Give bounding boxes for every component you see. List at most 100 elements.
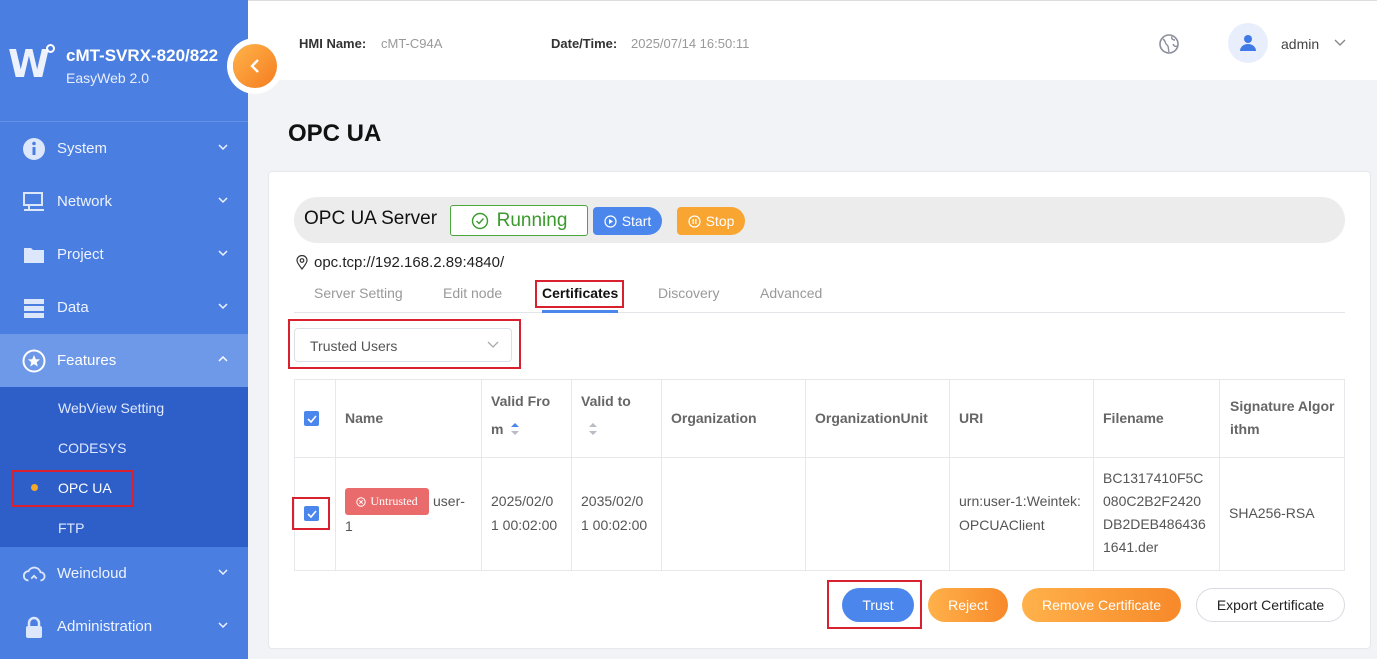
column-divider: [949, 380, 950, 570]
column-divider: [335, 380, 336, 570]
product-name: EasyWeb 2.0: [66, 70, 150, 86]
chevron-up-icon: [218, 355, 228, 362]
hmi-name-value: cMT-C94A: [381, 36, 443, 51]
avatar[interactable]: [1228, 23, 1268, 63]
endpoint-text: opc.tcp://192.168.2.89:4840/: [314, 254, 505, 271]
column-divider: [661, 380, 662, 570]
cell-filename-2: 080C2B2F2420: [1103, 493, 1202, 509]
active-tab-indicator: [542, 310, 618, 313]
sidebar-item-project[interactable]: Project: [0, 228, 248, 281]
col-header-organization: Organization: [671, 410, 757, 426]
sidebar-item-label: Project: [57, 246, 104, 263]
cell-name-wrap: 1: [345, 518, 353, 534]
sidebar-item-label: Features: [57, 352, 117, 369]
chevron-down-icon: [218, 250, 228, 257]
col-header-organization-unit: OrganizationUnit: [815, 410, 928, 426]
column-divider: [805, 380, 806, 570]
info-icon: [22, 137, 46, 161]
sidebar-item-administration[interactable]: Administration: [0, 600, 248, 653]
start-button[interactable]: Start: [593, 207, 662, 235]
column-divider: [481, 380, 482, 570]
cell-uri: urn:user-1:Weintek:: [959, 493, 1081, 509]
tab-advanced[interactable]: Advanced: [760, 285, 822, 301]
chevron-down-icon[interactable]: [1334, 39, 1346, 47]
top-header: HMI Name: cMT-C94A Date/Time: 2025/07/14…: [248, 0, 1377, 80]
tab-discovery[interactable]: Discovery: [658, 285, 719, 301]
checkmark-icon: [306, 414, 317, 423]
cell-filename-4: 1641.der: [1103, 539, 1159, 555]
model-name: cMT-SVRX-820/822: [66, 46, 219, 65]
cell-valid-to: 2035/02/0: [581, 493, 644, 509]
col-header-valid-from[interactable]: Valid Fro: [491, 390, 550, 413]
monitor-network-icon: [22, 190, 46, 214]
sidebar-item-label: Network: [57, 193, 113, 210]
col-header-filename: Filename: [1103, 410, 1164, 426]
submenu-item-webview-setting[interactable]: WebView Setting: [58, 400, 164, 416]
datetime-label: Date/Time:: [551, 36, 618, 51]
cell-filename: BC1317410F5C: [1103, 470, 1204, 486]
sidebar-item-network[interactable]: Network: [0, 175, 248, 228]
status-badge: Running: [450, 205, 588, 236]
sidebar-item-label: System: [57, 140, 108, 157]
column-divider: [571, 380, 572, 570]
globe-icon[interactable]: [1158, 33, 1180, 55]
chevron-down-icon: [218, 303, 228, 310]
col-header-valid-from-wrap[interactable]: m: [491, 418, 503, 441]
page-title: OPC UA: [288, 120, 382, 147]
chevron-down-icon: [218, 622, 228, 629]
submenu-item-ftp[interactable]: FTP: [58, 520, 84, 536]
start-label: Start: [621, 213, 652, 229]
x-circle-icon: [356, 496, 367, 507]
star-icon: [22, 349, 46, 373]
cell-name: user-: [433, 493, 465, 509]
sidebar-item-features[interactable]: Features: [0, 334, 248, 387]
reject-button[interactable]: Reject: [928, 588, 1008, 622]
submenu-item-codesys[interactable]: CODESYS: [58, 440, 126, 456]
chevron-down-icon: [218, 569, 228, 576]
lock-icon: [22, 615, 46, 639]
sidebar-item-label: Data: [57, 299, 89, 316]
chevron-down-icon: [218, 197, 228, 204]
col-header-uri: URI: [959, 410, 984, 426]
sidebar-item-system[interactable]: System: [0, 122, 248, 175]
col-header-name: Name: [345, 410, 384, 426]
database-icon: [22, 296, 46, 320]
brand: W cMT-SVRX-820/822 EasyWeb 2.0: [0, 0, 248, 122]
status-text: Running: [496, 209, 568, 231]
cell-filename-3: DB2DEB486436: [1103, 516, 1206, 532]
sort-icon[interactable]: [510, 422, 520, 436]
tab-edit-node[interactable]: Edit node: [443, 285, 502, 301]
play-icon: [604, 214, 617, 228]
folder-icon: [22, 243, 46, 267]
pause-icon: [687, 214, 701, 228]
sidebar-item-data[interactable]: Data: [0, 281, 248, 334]
sidebar: W cMT-SVRX-820/822 EasyWeb 2.0 System Ne…: [0, 0, 248, 659]
tabs-divider: [294, 312, 1345, 313]
sidebar-item-weincloud[interactable]: Weincloud: [0, 547, 248, 600]
sidebar-item-label: Administration: [57, 618, 153, 635]
column-divider: [1093, 380, 1094, 570]
col-header-valid-to[interactable]: Valid to: [581, 390, 631, 413]
endpoint-url: opc.tcp://192.168.2.89:4840/: [296, 254, 504, 271]
cell-uri-wrap: OPCUAClient: [959, 517, 1045, 533]
remove-certificate-button[interactable]: Remove Certificate: [1022, 588, 1181, 622]
untrusted-badge: Untrusted: [345, 488, 429, 515]
cell-valid-from: 2025/02/0: [491, 493, 554, 509]
username[interactable]: admin: [1281, 36, 1319, 52]
tab-server-setting[interactable]: Server Setting: [314, 285, 403, 301]
select-all-checkbox[interactable]: [304, 411, 319, 426]
column-divider: [1219, 380, 1220, 570]
highlight-box-opc-ua: [12, 470, 134, 507]
datetime-value: 2025/07/14 16:50:11: [631, 36, 750, 51]
features-submenu: WebView Setting CODESYS OPC UA FTP: [0, 387, 248, 547]
cell-signature: SHA256-RSA: [1229, 505, 1315, 521]
hmi-name-label: HMI Name:: [299, 36, 367, 51]
chevron-left-icon: [250, 59, 259, 73]
user-icon: [1240, 35, 1256, 51]
export-certificate-button[interactable]: Export Certificate: [1196, 588, 1345, 622]
highlight-box-certificates: [535, 280, 624, 308]
collapse-sidebar-button[interactable]: [233, 44, 277, 88]
server-title: OPC UA Server: [304, 208, 438, 229]
stop-button[interactable]: Stop: [677, 207, 745, 235]
sort-icon[interactable]: [588, 422, 598, 436]
